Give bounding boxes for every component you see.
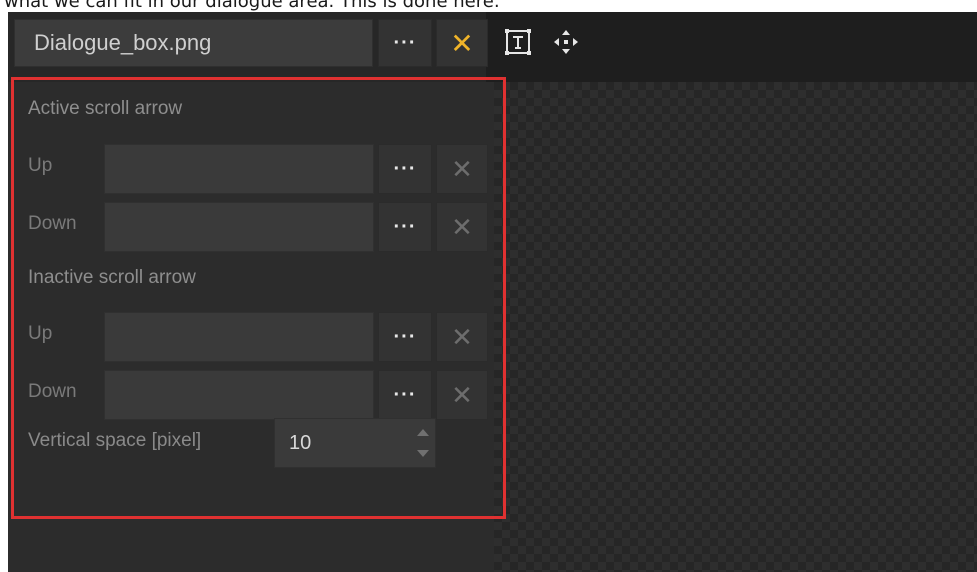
vertical-space-stepper[interactable]	[417, 429, 429, 457]
text-tool-icon[interactable]	[500, 24, 536, 60]
vertical-space-value: 10	[289, 432, 312, 454]
vertical-space-label: Vertical space [pixel]	[28, 430, 202, 451]
active-up-image-field[interactable]	[104, 144, 374, 194]
active-up-clear-button[interactable]: ✕	[436, 144, 488, 194]
clear-file-button[interactable]: ✕	[436, 19, 488, 67]
inactive-up-label: Up	[28, 323, 53, 344]
active-up-label: Up	[28, 155, 53, 176]
chevron-down-icon[interactable]	[417, 450, 429, 457]
x-icon: ✕	[450, 27, 474, 59]
vertical-space-input[interactable]: 10	[274, 418, 436, 468]
file-name-field[interactable]: Dialogue_box.png	[14, 19, 373, 67]
move-arrows-icon[interactable]	[548, 24, 584, 60]
inactive-up-browse-button[interactable]: ···	[378, 312, 432, 362]
inactive-scroll-arrow-heading: Inactive scroll arrow	[28, 267, 196, 288]
inactive-down-image-field[interactable]	[104, 370, 374, 420]
x-icon: ✕	[451, 321, 473, 352]
inactive-down-browse-button[interactable]: ···	[378, 370, 432, 420]
inactive-up-image-field[interactable]	[104, 312, 374, 362]
x-icon: ✕	[451, 379, 473, 410]
active-down-image-field[interactable]	[104, 202, 374, 252]
scroll-arrow-settings-panel: Active scroll arrow Up ··· ✕ Down ··· ✕ …	[8, 82, 494, 572]
chevron-up-icon[interactable]	[417, 429, 429, 436]
active-scroll-arrow-heading: Active scroll arrow	[28, 98, 183, 119]
preview-canvas[interactable]	[494, 82, 977, 572]
inactive-down-clear-button[interactable]: ✕	[436, 370, 488, 420]
inactive-down-label: Down	[28, 381, 77, 402]
active-down-clear-button[interactable]: ✕	[436, 202, 488, 252]
file-toolbar: Dialogue_box.png ··· ✕	[8, 12, 977, 82]
active-down-browse-button[interactable]: ···	[378, 202, 432, 252]
active-down-label: Down	[28, 213, 77, 234]
browse-file-button[interactable]: ···	[378, 19, 432, 67]
editor-window: Dialogue_box.png ··· ✕ Active scroll arr…	[8, 12, 977, 572]
inactive-up-clear-button[interactable]: ✕	[436, 312, 488, 362]
x-icon: ✕	[451, 153, 473, 184]
x-icon: ✕	[451, 211, 473, 242]
active-up-browse-button[interactable]: ···	[378, 144, 432, 194]
